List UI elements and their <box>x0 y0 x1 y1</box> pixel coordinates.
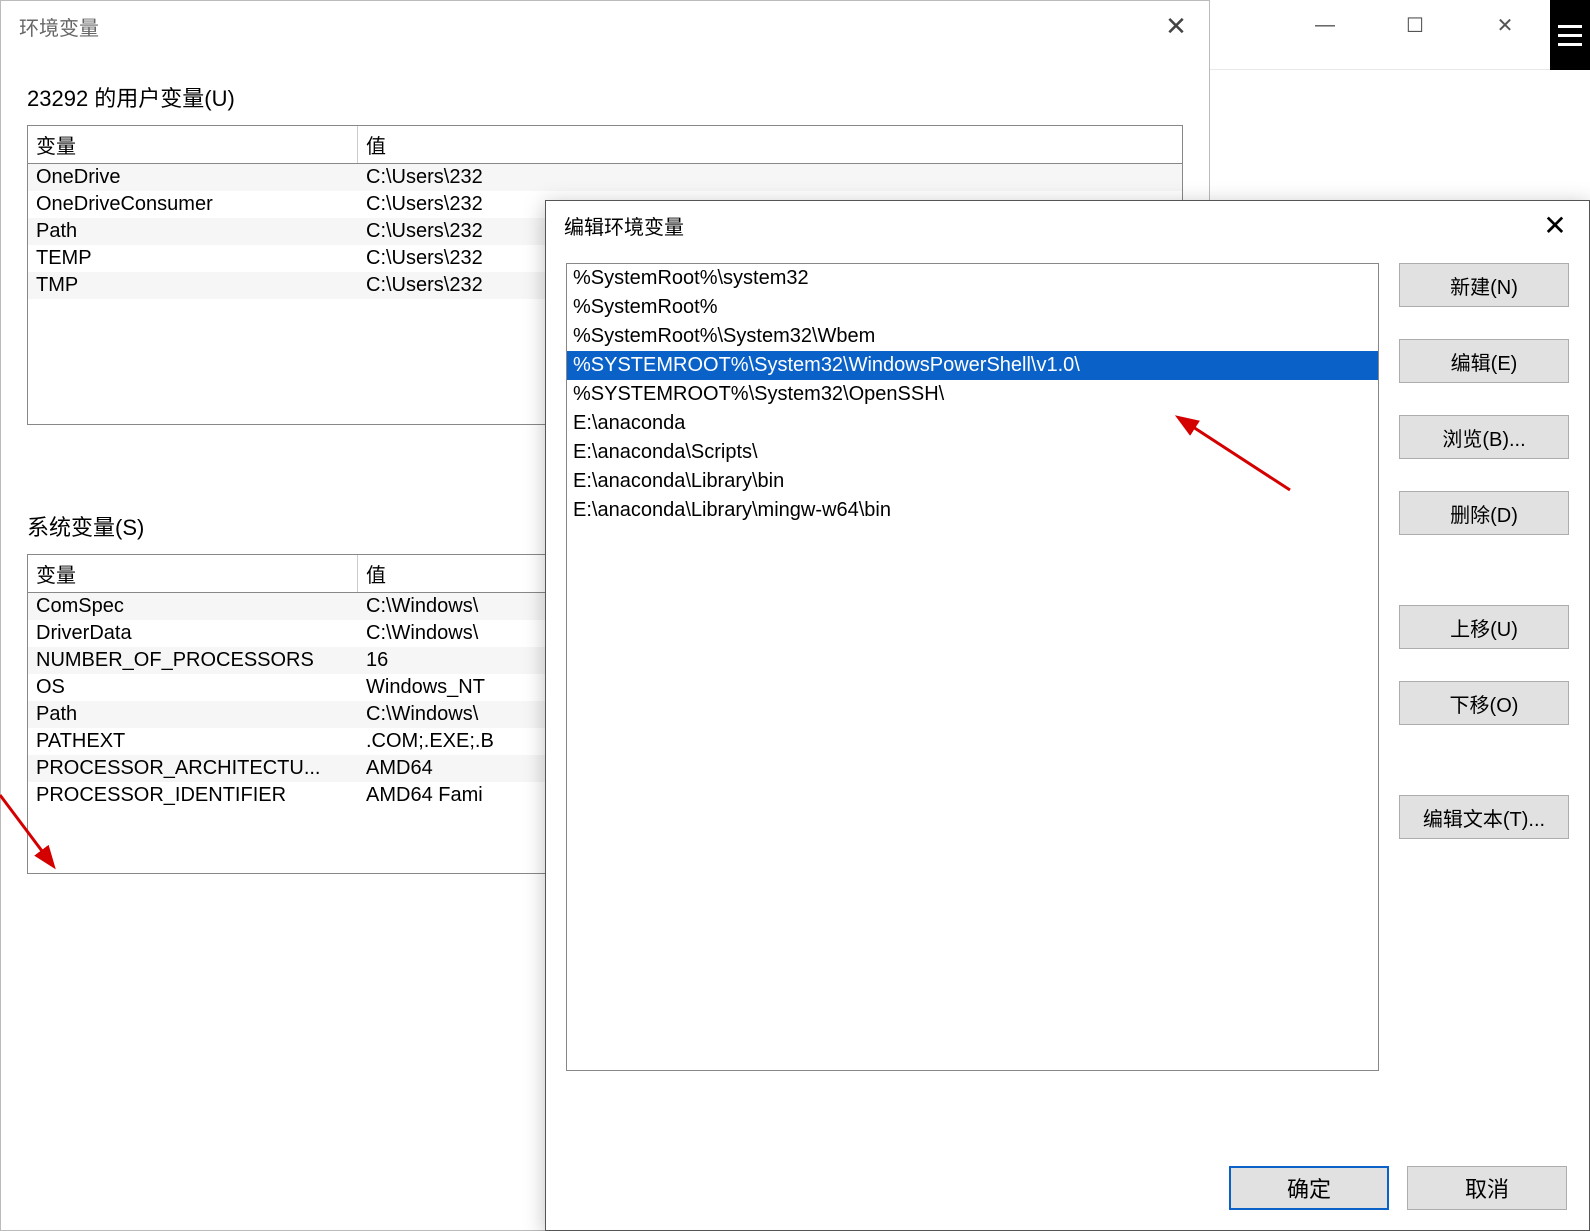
var-name: PROCESSOR_IDENTIFIER <box>28 782 358 809</box>
var-name: DriverData <box>28 620 358 647</box>
var-name: Path <box>28 218 358 245</box>
column-header-value[interactable]: 值 <box>358 126 1182 163</box>
close-icon[interactable]: ✕ <box>1151 11 1201 42</box>
ok-button[interactable]: 确定 <box>1229 1166 1389 1210</box>
var-value: C:\Users\232 <box>358 164 1182 191</box>
list-item[interactable]: %SYSTEMROOT%\System32\OpenSSH\ <box>567 380 1378 409</box>
new-button[interactable]: 新建(N) <box>1399 263 1569 307</box>
edit-text-button[interactable]: 编辑文本(T)... <box>1399 795 1569 839</box>
var-name: OS <box>28 674 358 701</box>
close-icon[interactable]: ✕ <box>1535 209 1575 242</box>
edit-environment-variable-dialog: 编辑环境变量 ✕ %SystemRoot%\system32%SystemRoo… <box>545 200 1590 1231</box>
move-down-button[interactable]: 下移(O) <box>1399 681 1569 725</box>
move-up-button[interactable]: 上移(U) <box>1399 605 1569 649</box>
list-item[interactable]: E:\anaconda\Library\bin <box>567 467 1378 496</box>
list-item[interactable]: %SYSTEMROOT%\System32\WindowsPowerShell\… <box>567 351 1378 380</box>
var-name: PATHEXT <box>28 728 358 755</box>
close-button[interactable]: ✕ <box>1460 0 1550 50</box>
var-name: ComSpec <box>28 593 358 620</box>
var-name: Path <box>28 701 358 728</box>
var-name: TMP <box>28 272 358 299</box>
edit-dialog-titlebar: 编辑环境变量 ✕ <box>546 201 1589 249</box>
edit-button[interactable]: 编辑(E) <box>1399 339 1569 383</box>
list-item[interactable]: E:\anaconda\Library\mingw-w64\bin <box>567 496 1378 525</box>
user-variables-label: 23292 的用户变量(U) <box>27 81 1183 113</box>
edit-dialog-title: 编辑环境变量 <box>564 211 684 240</box>
env-dialog-title: 环境变量 <box>19 12 99 41</box>
list-item[interactable]: E:\anaconda\Scripts\ <box>567 438 1378 467</box>
var-name: OneDriveConsumer <box>28 191 358 218</box>
list-item[interactable]: %SystemRoot%\system32 <box>567 264 1378 293</box>
list-item[interactable]: %SystemRoot% <box>567 293 1378 322</box>
var-name: PROCESSOR_ARCHITECTU... <box>28 755 358 782</box>
list-item[interactable]: E:\anaconda <box>567 409 1378 438</box>
path-entries-list[interactable]: %SystemRoot%\system32%SystemRoot%%System… <box>566 263 1379 1071</box>
side-button-column: 新建(N) 编辑(E) 浏览(B)... 删除(D) 上移(U) 下移(O) 编… <box>1399 263 1569 1071</box>
cancel-button[interactable]: 取消 <box>1407 1166 1567 1210</box>
column-header-name[interactable]: 变量 <box>28 555 358 592</box>
column-header-name[interactable]: 变量 <box>28 126 358 163</box>
var-name: NUMBER_OF_PROCESSORS <box>28 647 358 674</box>
env-dialog-titlebar: 环境变量 ✕ <box>1 1 1209 51</box>
browse-button[interactable]: 浏览(B)... <box>1399 415 1569 459</box>
minimize-button[interactable]: — <box>1280 0 1370 50</box>
var-name: TEMP <box>28 245 358 272</box>
var-name: OneDrive <box>28 164 358 191</box>
list-item[interactable]: %SystemRoot%\System32\Wbem <box>567 322 1378 351</box>
hamburger-icon[interactable] <box>1550 0 1590 70</box>
maximize-button[interactable]: ☐ <box>1370 0 1460 50</box>
delete-button[interactable]: 删除(D) <box>1399 491 1569 535</box>
table-row[interactable]: OneDriveC:\Users\232 <box>28 164 1182 191</box>
